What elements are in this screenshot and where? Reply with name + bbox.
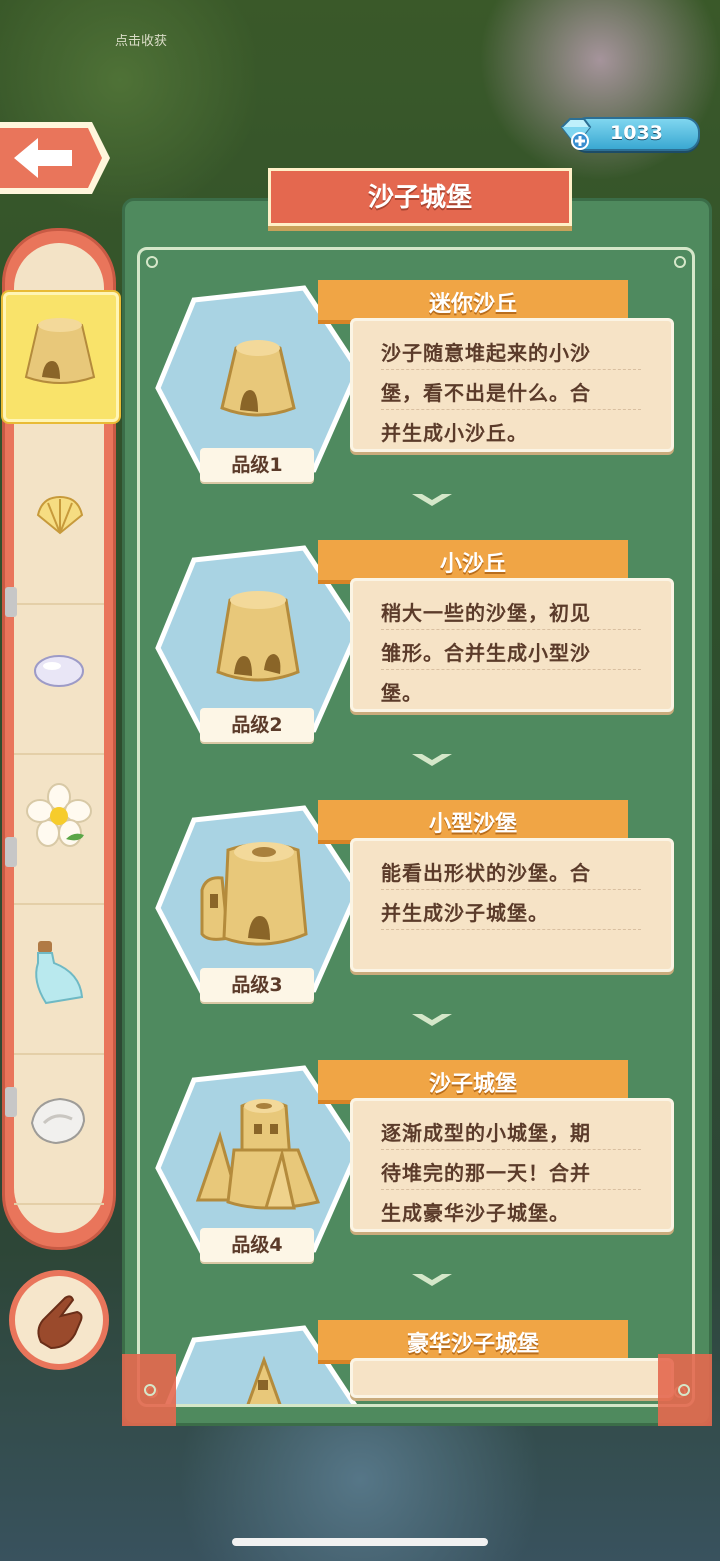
sand-castle-icon <box>195 1099 321 1210</box>
entry-name: 迷你沙丘 <box>428 292 517 317</box>
scroll-rail-marker <box>5 1087 17 1117</box>
entry-description-text: 稍大一些的沙堡，初见 雏形。合并生成小型沙 堡。 <box>381 593 631 713</box>
entry-description: 稍大一些的沙堡，初见 雏形。合并生成小型沙 堡。 <box>350 578 674 712</box>
grade-label: 品级2 <box>200 708 314 742</box>
back-button[interactable] <box>0 118 112 198</box>
small-castle-icon <box>200 842 308 946</box>
deluxe-castle-icon <box>246 1355 282 1404</box>
desc-line-3: 并生成小沙丘。 <box>381 421 528 445</box>
desc-line-2: 待堆完的那一天！合并 <box>381 1161 591 1185</box>
chevron-down-icon <box>412 754 452 766</box>
conch-icon <box>30 1097 86 1145</box>
grade-label: 品级1 <box>200 448 314 482</box>
hand-icon <box>37 1295 83 1350</box>
desc-line-3: 生成豪华沙子城堡。 <box>381 1201 570 1225</box>
grade-label: 品级3 <box>200 968 314 1002</box>
entry-description-text: 沙子随意堆起来的小沙 堡，看不出是什么。合 并生成小沙丘。 <box>381 333 631 453</box>
entry-name: 沙子城堡 <box>428 1072 517 1097</box>
entry-name: 豪华沙子城堡 <box>406 1332 539 1357</box>
home-indicator[interactable] <box>232 1538 488 1546</box>
grade-label: 品级4 <box>200 1228 314 1262</box>
corner-dot <box>674 256 686 268</box>
scroll-rail-marker <box>5 837 17 867</box>
desc-line-1: 逐渐成型的小城堡，期 <box>381 1121 591 1145</box>
hand-pointer-button[interactable] <box>9 1270 109 1370</box>
harvest-hint: 点击收获 <box>115 34 168 49</box>
small-dune-icon <box>216 591 300 682</box>
corner-ribbon <box>658 1354 712 1426</box>
desc-line-1: 沙子随意堆起来的小沙 <box>381 341 591 365</box>
gem-count: 1033 <box>610 122 663 144</box>
bottle-icon <box>35 941 84 1005</box>
sidebar-item-flower[interactable] <box>14 753 104 905</box>
sidebar-item-bottle[interactable] <box>14 903 104 1055</box>
scroll-rail-marker <box>5 587 17 617</box>
desc-line-1: 稍大一些的沙堡，初见 <box>381 601 591 625</box>
chevron-down-icon <box>412 1274 452 1286</box>
gem-icon <box>560 118 592 150</box>
entry-card[interactable]: 沙子城堡 逐渐成型的小城堡，期 待堆完的那一天！合并 生成豪华沙子城堡。 品级4 <box>154 1060 684 1310</box>
chevron-down-icon <box>412 494 452 506</box>
entry-name: 小型沙堡 <box>428 812 517 837</box>
desc-line-3: 堡。 <box>381 681 423 705</box>
sidebar-item-pebble[interactable] <box>14 603 104 755</box>
sidebar-item-shell[interactable] <box>14 453 104 605</box>
desc-line-2: 并生成沙子城堡。 <box>381 901 549 925</box>
shell-icon <box>36 495 84 535</box>
flower-icon <box>26 783 92 847</box>
sidebar-item-conch[interactable] <box>14 1053 104 1205</box>
gem-counter[interactable]: 1033 <box>560 117 700 151</box>
panel-title: 沙子城堡 <box>367 183 472 213</box>
sidebar-item-sand-mound[interactable] <box>3 292 119 422</box>
collection-panel: 迷你沙丘 沙子随意堆起来的小沙 堡，看不出是什么。合 并生成小沙丘。 品级1 小… <box>122 198 712 1426</box>
desc-line-2: 雏形。合并生成小型沙 <box>381 641 591 665</box>
entry-card[interactable]: 小沙丘 稍大一些的沙堡，初见 雏形。合并生成小型沙 堡。 品级2 <box>154 540 684 790</box>
entry-description: 能看出形状的沙堡。合 并生成沙子城堡。 <box>350 838 674 972</box>
panel-title-banner: 沙子城堡 <box>268 168 572 226</box>
entry-description-text: 能看出形状的沙堡。合 并生成沙子城堡。 <box>381 853 631 933</box>
entry-list[interactable]: 迷你沙丘 沙子随意堆起来的小沙 堡，看不出是什么。合 并生成小沙丘。 品级1 小… <box>137 247 695 1407</box>
entry-card[interactable]: 小型沙堡 能看出形状的沙堡。合 并生成沙子城堡。 品级3 <box>154 800 684 1050</box>
entry-description-text: 逐渐成型的小城堡，期 待堆完的那一天！合并 生成豪华沙子城堡。 <box>381 1113 631 1233</box>
desc-line-2: 堡，看不出是什么。合 <box>381 381 591 405</box>
entry-description: 逐渐成型的小城堡，期 待堆完的那一天！合并 生成豪华沙子城堡。 <box>350 1098 674 1232</box>
desc-line-1: 能看出形状的沙堡。合 <box>381 861 591 885</box>
sand-mound-icon <box>24 318 96 384</box>
corner-dot <box>146 256 158 268</box>
chevron-down-icon <box>412 1014 452 1026</box>
entry-card[interactable]: 迷你沙丘 沙子随意堆起来的小沙 堡，看不出是什么。合 并生成小沙丘。 品级1 <box>154 280 684 530</box>
entry-description <box>350 1358 674 1398</box>
entry-description: 沙子随意堆起来的小沙 堡，看不出是什么。合 并生成小沙丘。 <box>350 318 674 452</box>
mini-dune-icon <box>220 340 296 417</box>
pebble-icon <box>34 655 84 687</box>
entry-card[interactable]: 豪华沙子城堡 <box>154 1320 684 1404</box>
corner-ribbon <box>122 1354 176 1426</box>
entry-name: 小沙丘 <box>439 552 506 577</box>
